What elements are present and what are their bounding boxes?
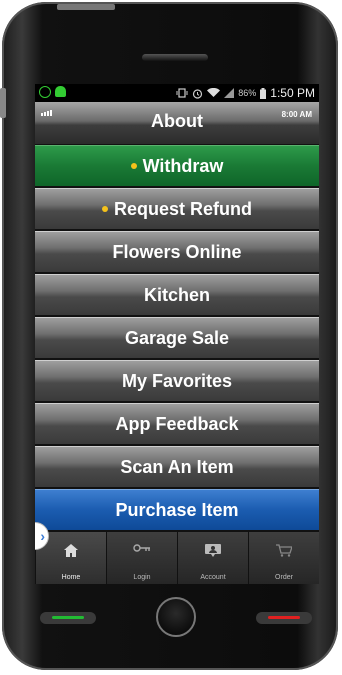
status-time: 1:50 PM — [270, 86, 315, 100]
tab-bar: Home Login Account Order — [35, 532, 319, 584]
earpiece-speaker — [142, 54, 208, 61]
tab-order[interactable]: Order — [248, 532, 319, 584]
menu-item-garage-sale[interactable]: Garage Sale — [35, 317, 319, 358]
menu-item-label: Kitchen — [143, 284, 210, 305]
header-time: 8:00 AM — [281, 110, 312, 119]
menu-item-label: Purchase Item — [115, 499, 239, 520]
menu-list: Withdraw Request Refund Flowers Online K… — [35, 145, 319, 532]
alarm-ring-icon — [39, 86, 51, 98]
menu-item-label: App Feedback — [115, 413, 239, 434]
tab-label: Order — [275, 574, 293, 581]
tab-label: Home — [61, 574, 81, 581]
phone-frame: 86% 1:50 PM About 8:00 AM Withdraw Reque… — [2, 2, 338, 670]
wifi-icon — [207, 88, 221, 97]
menu-item-purchase-item[interactable]: Purchase Item — [35, 489, 319, 530]
vibrate-icon — [176, 88, 188, 98]
menu-item-label: Scan An Item — [120, 456, 234, 477]
tab-label: Login — [133, 574, 151, 581]
android-icon — [55, 86, 66, 97]
alarm-clock-icon — [193, 88, 203, 99]
page-title: About — [151, 111, 203, 131]
call-indicator — [52, 616, 84, 619]
menu-item-flowers-online[interactable]: Flowers Online — [35, 231, 319, 272]
tab-login[interactable]: Login — [106, 532, 177, 584]
menu-item-label: Garage Sale — [124, 327, 230, 348]
account-icon — [205, 544, 221, 557]
app-header: About 8:00 AM — [35, 102, 319, 144]
menu-item-label: Request Refund — [113, 198, 252, 219]
menu-item-request-refund[interactable]: Request Refund — [35, 188, 319, 229]
menu-item-my-favorites[interactable]: My Favorites — [35, 360, 319, 401]
battery-percent: 86% — [238, 88, 257, 98]
phone-top-clip — [57, 4, 115, 10]
end-call-button[interactable] — [256, 612, 312, 624]
volume-button — [0, 88, 6, 118]
tab-account[interactable]: Account — [177, 532, 248, 584]
screen: 86% 1:50 PM About 8:00 AM Withdraw Reque… — [35, 84, 319, 584]
bullet-icon — [101, 206, 108, 212]
key-icon — [133, 544, 150, 552]
signal-icon — [224, 88, 235, 98]
end-call-indicator — [268, 616, 300, 619]
menu-item-scan-an-item[interactable]: Scan An Item — [35, 446, 319, 487]
call-button[interactable] — [40, 612, 96, 624]
menu-item-label: My Favorites — [121, 370, 233, 391]
battery-icon — [260, 87, 267, 99]
tab-label: Account — [200, 574, 226, 581]
home-icon — [64, 544, 78, 557]
status-bar: 86% 1:50 PM — [35, 84, 319, 102]
menu-item-label: Flowers Online — [112, 241, 242, 262]
menu-item-label: Withdraw — [142, 155, 224, 176]
menu-item-kitchen[interactable]: Kitchen — [35, 274, 319, 315]
cart-icon — [276, 544, 292, 557]
menu-item-withdraw[interactable]: Withdraw — [35, 145, 319, 186]
bullet-icon — [130, 163, 137, 169]
menu-item-app-feedback[interactable]: App Feedback — [35, 403, 319, 444]
home-hardware-button[interactable] — [156, 597, 196, 637]
